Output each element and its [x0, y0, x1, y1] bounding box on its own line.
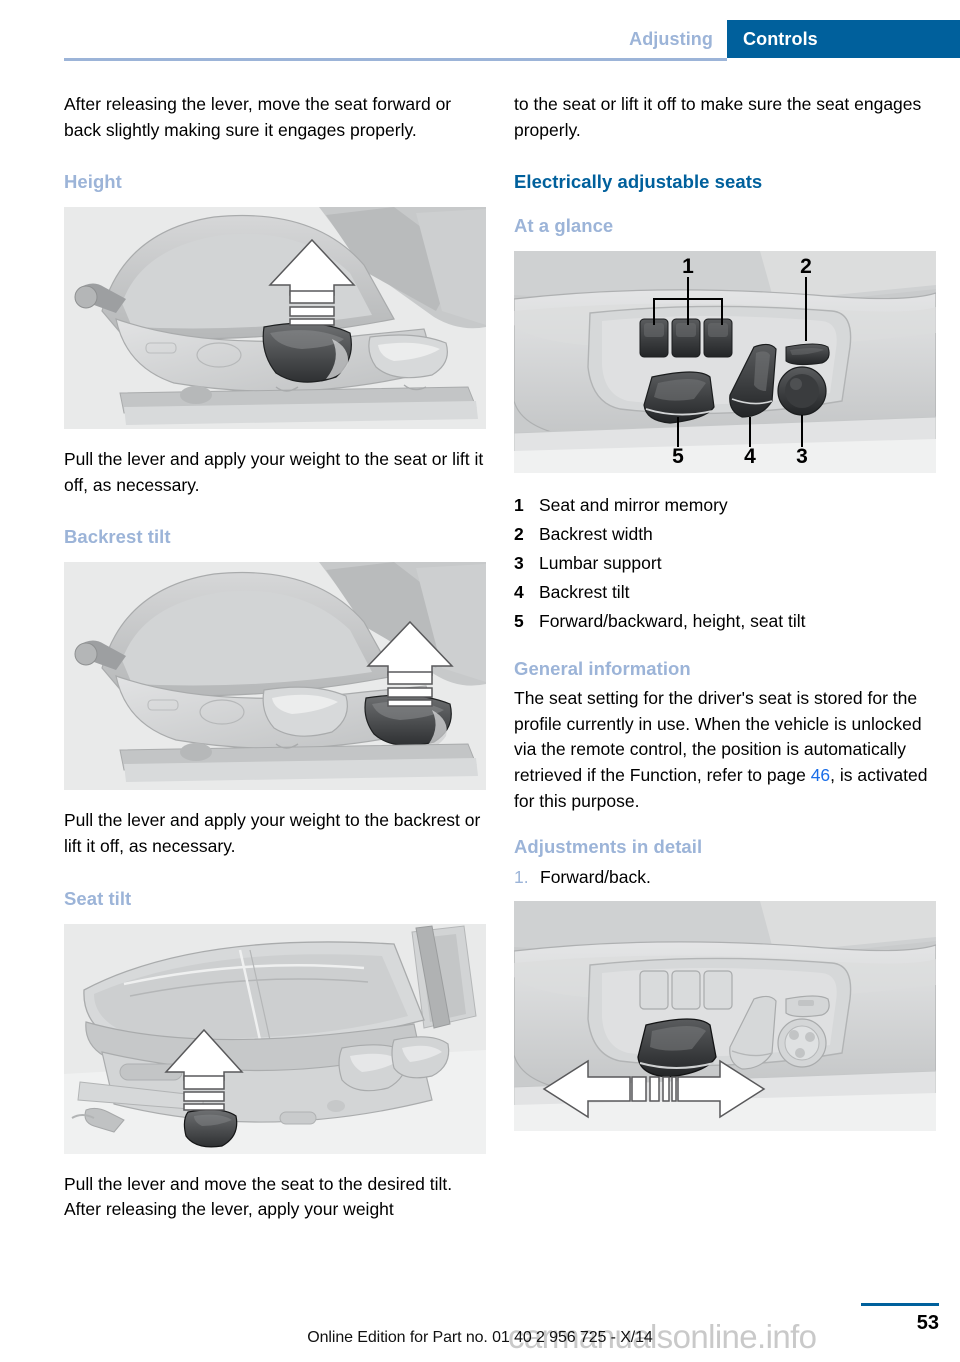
- callout-label: Lumbar support: [539, 553, 662, 574]
- heading-seat-tilt: Seat tilt: [64, 887, 132, 909]
- svg-text:4: 4: [744, 445, 756, 468]
- heading-electrically-adjustable-seats: Electrically adjustable seats: [514, 171, 763, 193]
- seat-tilt-paragraph: Pull the lever and move the seat to the …: [64, 1173, 453, 1220]
- svg-text:5: 5: [672, 445, 684, 468]
- callout-number: 3: [514, 553, 524, 574]
- step-list: 1. Forward/back.: [514, 864, 936, 891]
- callout-number: 1: [514, 495, 524, 516]
- svg-text:1: 1: [682, 255, 694, 278]
- header-section-label: Adjusting: [629, 28, 713, 49]
- callout-item-4: 4 Backrest tilt: [514, 578, 936, 607]
- footer-divider-rule: [861, 1303, 939, 1306]
- heading-height: Height: [64, 171, 122, 193]
- callout-label: Seat and mirror memory: [539, 495, 728, 516]
- svg-text:2: 2: [800, 255, 812, 278]
- callout-label: Backrest tilt: [539, 582, 630, 603]
- height-paragraph: Pull the lever and apply your weight to …: [64, 449, 484, 495]
- header-divider-rule: [64, 58, 727, 61]
- callout-list: 1 Seat and mirror memory 2 Backrest widt…: [514, 491, 936, 636]
- callout-number: 4: [514, 582, 524, 603]
- figure-backrest-tilt: [64, 562, 486, 791]
- heading-at-a-glance: At a glance: [514, 215, 614, 237]
- left-column: After releasing the lever, move the seat…: [64, 92, 486, 1223]
- backrest-tilt-paragraph: Pull the lever and apply your weight to …: [64, 810, 481, 856]
- continued-paragraph: to the seat or lift it off to make sure …: [514, 94, 922, 140]
- page-reference-link[interactable]: 46: [811, 765, 830, 785]
- heading-general-information: General information: [514, 658, 691, 680]
- header-chapter-tab: Controls: [727, 20, 960, 58]
- callout-item-5: 5 Forward/backward, height, seat tilt: [514, 607, 936, 636]
- callout-number: 2: [514, 524, 524, 545]
- right-column: to the seat or lift it off to make sure …: [514, 92, 936, 1132]
- footer-edition-text: Online Edition for Part no. 01 40 2 956 …: [307, 1329, 653, 1346]
- callout-item-1: 1 Seat and mirror memory: [514, 491, 936, 520]
- figure-seat-control-panel: 1 2 3 4 5: [514, 251, 936, 474]
- general-information-paragraph: The seat setting for the driver's seat i…: [514, 686, 936, 814]
- callout-label: Forward/backward, height, seat tilt: [539, 611, 806, 632]
- figure-seat-tilt: [64, 923, 486, 1154]
- figure-forward-backward: [514, 901, 936, 1132]
- figure-seat-height: [64, 207, 486, 430]
- heading-backrest-tilt: Backrest tilt: [64, 526, 171, 548]
- page-header: Adjusting Controls: [0, 20, 960, 58]
- step-label: Forward/back.: [540, 867, 651, 888]
- callout-number: 5: [514, 611, 524, 632]
- step-item-1: 1. Forward/back.: [514, 864, 936, 891]
- step-number: 1.: [514, 867, 529, 888]
- callout-label: Backrest width: [539, 524, 653, 545]
- heading-adjustments-in-detail: Adjustments in detail: [514, 836, 703, 858]
- intro-paragraph: After releasing the lever, move the seat…: [64, 94, 452, 140]
- svg-text:3: 3: [796, 445, 808, 468]
- callout-item-3: 3 Lumbar support: [514, 549, 936, 578]
- callout-item-2: 2 Backrest width: [514, 520, 936, 549]
